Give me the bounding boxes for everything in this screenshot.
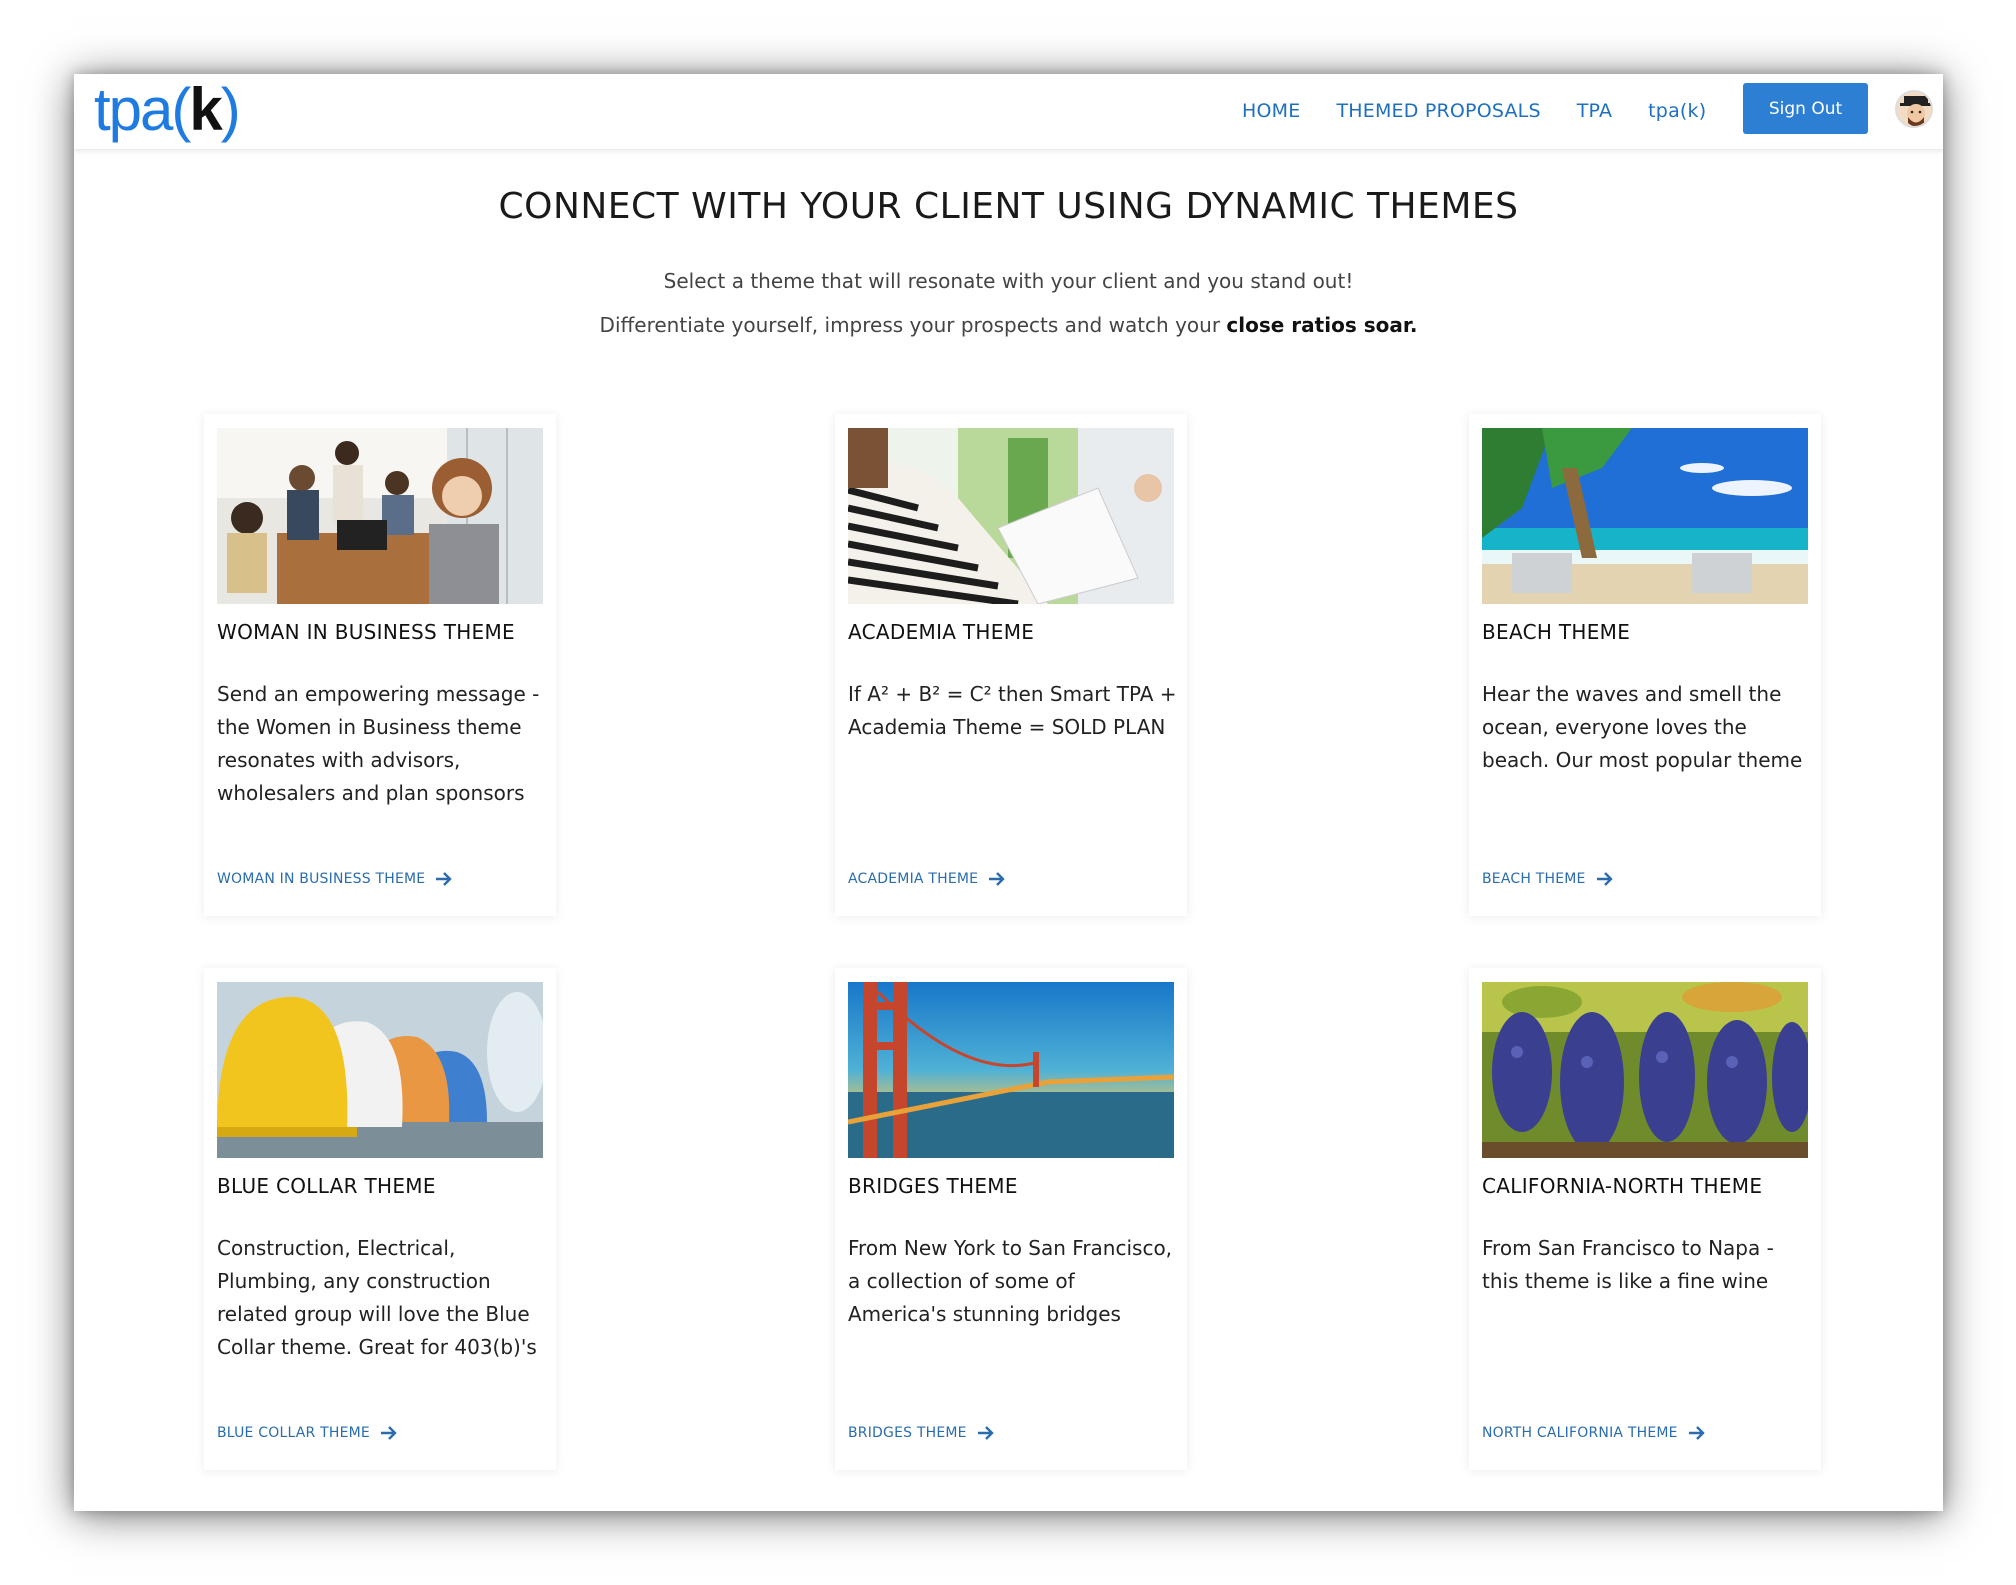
hard-hats-icon: [217, 982, 543, 1158]
sign-out-button[interactable]: Sign Out: [1743, 83, 1868, 134]
business-meeting-image[interactable]: [217, 428, 543, 604]
card-link-label: BRIDGES THEME: [848, 1425, 967, 1441]
nav-tpa-link[interactable]: TPA: [1577, 96, 1612, 126]
theme-card-bridges: BRIDGES THEME From New York to San Franc…: [835, 968, 1187, 1470]
logo-suffix: ): [220, 76, 241, 143]
card-title: WOMAN IN BUSINESS THEME: [217, 620, 515, 644]
card-description: Send an empowering message - the Women i…: [217, 682, 540, 805]
nav-themed-proposals-link[interactable]: THEMED PROPOSALS: [1336, 96, 1540, 126]
woman-in-business-theme-link[interactable]: WOMAN IN BUSINESS THEME: [217, 871, 453, 887]
logo-prefix: tpa(: [94, 76, 191, 143]
card-title: CALIFORNIA-NORTH THEME: [1482, 1174, 1763, 1198]
card-title: BRIDGES THEME: [848, 1174, 1018, 1198]
user-avatar-icon: [1897, 92, 1931, 126]
theme-card-blue-collar: BLUE COLLAR THEME Construction, Electric…: [204, 968, 556, 1470]
beach-theme-link[interactable]: BEACH THEME: [1482, 871, 1614, 887]
beach-palms-image[interactable]: [1482, 428, 1808, 604]
hero-line-2-text: Differentiate yourself, impress your pro…: [599, 313, 1227, 337]
academia-theme-link[interactable]: ACADEMIA THEME: [848, 871, 1006, 887]
card-link-label: ACADEMIA THEME: [848, 871, 979, 887]
card-description: Construction, Electrical, Plumbing, any …: [217, 1236, 537, 1359]
card-description: Hear the waves and smell the ocean, ever…: [1482, 682, 1803, 772]
bridges-theme-link[interactable]: BRIDGES THEME: [848, 1425, 995, 1441]
avatar[interactable]: [1895, 90, 1933, 128]
card-title: ACADEMIA THEME: [848, 620, 1035, 644]
card-description: From New York to San Francisco, a collec…: [848, 1236, 1173, 1326]
top-navbar: tpa(k) HOME THEMED PROPOSALS TPA tpa(k) …: [74, 74, 1943, 150]
card-title: BLUE COLLAR THEME: [217, 1174, 436, 1198]
business-meeting-icon: [217, 428, 543, 604]
grape-vineyard-image[interactable]: [1482, 982, 1808, 1158]
card-link-label: BEACH THEME: [1482, 871, 1586, 887]
theme-card-beach: BEACH THEME Hear the waves and smell the…: [1469, 414, 1821, 916]
arrow-right-icon: [989, 872, 1005, 886]
student-reading-image[interactable]: [848, 428, 1174, 604]
card-description: From San Francisco to Napa - this theme …: [1482, 1236, 1774, 1293]
card-link-label: BLUE COLLAR THEME: [217, 1425, 370, 1441]
grape-vineyard-icon: [1482, 982, 1808, 1158]
nav-home-link[interactable]: HOME: [1242, 96, 1300, 126]
beach-palms-icon: [1482, 428, 1808, 604]
hero-line-2: Differentiate yourself, impress your pro…: [74, 313, 1943, 337]
golden-gate-bridge-icon: [848, 982, 1174, 1158]
golden-gate-bridge-image[interactable]: [848, 982, 1174, 1158]
card-description: If A² + B² = C² then Smart TPA + Academi…: [848, 682, 1177, 739]
theme-card-california-north: CALIFORNIA-NORTH THEME From San Francisc…: [1469, 968, 1821, 1470]
arrow-right-icon: [977, 1426, 994, 1440]
hard-hats-image[interactable]: [217, 982, 543, 1158]
card-link-label: WOMAN IN BUSINESS THEME: [217, 871, 426, 887]
north-california-theme-link[interactable]: NORTH CALIFORNIA THEME: [1482, 1425, 1706, 1441]
theme-card-woman-in-business: WOMAN IN BUSINESS THEME Send an empoweri…: [204, 414, 556, 916]
logo-k: k: [189, 76, 222, 143]
theme-card-academia: ACADEMIA THEME If A² + B² = C² then Smar…: [835, 414, 1187, 916]
arrow-right-icon: [1596, 872, 1613, 886]
blue-collar-theme-link[interactable]: BLUE COLLAR THEME: [217, 1425, 398, 1441]
nav-tpak-link[interactable]: tpa(k): [1648, 96, 1706, 126]
hero-line-2-bold: close ratios soar.: [1226, 313, 1418, 337]
tpak-logo[interactable]: tpa(k): [94, 76, 241, 143]
arrow-right-icon: [1688, 1426, 1705, 1440]
page-headline: CONNECT WITH YOUR CLIENT USING DYNAMIC T…: [498, 186, 1519, 227]
hero-line-1: Select a theme that will resonate with y…: [663, 269, 1354, 293]
nav-links: HOME THEMED PROPOSALS TPA tpa(k): [1242, 96, 1706, 126]
card-link-label: NORTH CALIFORNIA THEME: [1482, 1425, 1678, 1441]
student-reading-icon: [848, 428, 1174, 604]
arrow-right-icon: [436, 872, 453, 886]
arrow-right-icon: [380, 1426, 397, 1440]
card-title: BEACH THEME: [1482, 620, 1631, 644]
browser-frame: tpa(k) HOME THEMED PROPOSALS TPA tpa(k) …: [74, 74, 1943, 1511]
